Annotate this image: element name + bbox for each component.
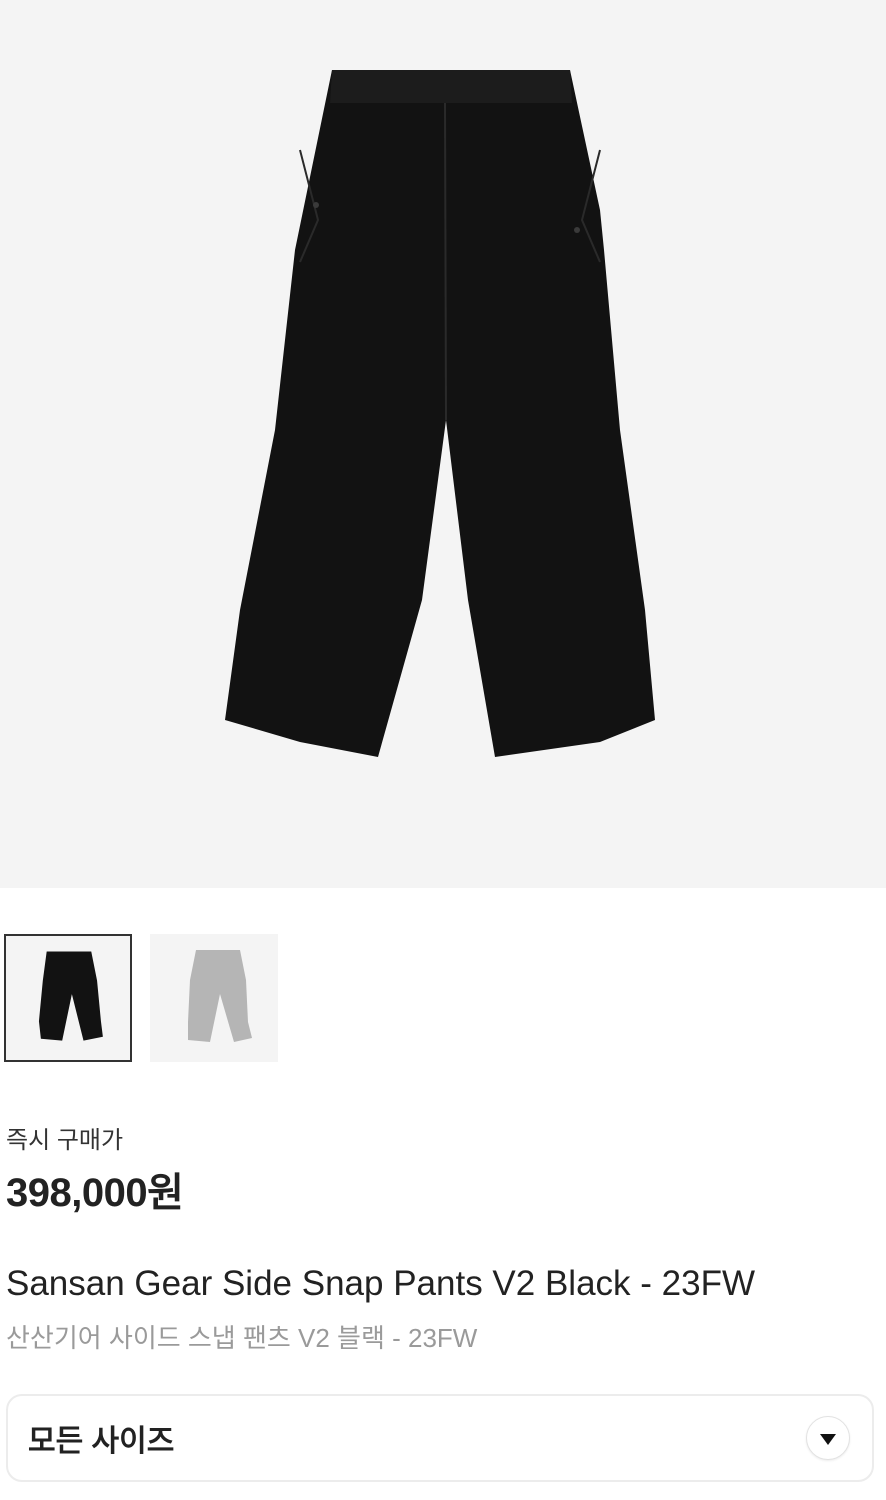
- size-select-label: 모든 사이즈: [28, 1425, 175, 1458]
- instant-buy-price-label: 즉시 구매가: [6, 1127, 124, 1154]
- product-main-image[interactable]: [0, 0, 886, 888]
- black-pants-image: [225, 70, 655, 757]
- product-name-korean: 산산기어 사이드 스냅 팬츠 V2 블랙 - 23FW: [6, 1323, 478, 1353]
- size-select-dropdown[interactable]: 모든 사이즈: [6, 1394, 874, 1482]
- thumbnail-black[interactable]: [4, 934, 132, 1062]
- chevron-down-icon[interactable]: [806, 1416, 850, 1460]
- product-name-english: Sansan Gear Side Snap Pants V2 Black - 2…: [6, 1264, 755, 1303]
- black-pants-thumbnail-icon: [38, 951, 103, 1041]
- product-price: 398,000원: [6, 1171, 184, 1215]
- thumbnail-gray[interactable]: [150, 934, 278, 1062]
- gray-pants-thumbnail-icon: [188, 950, 252, 1042]
